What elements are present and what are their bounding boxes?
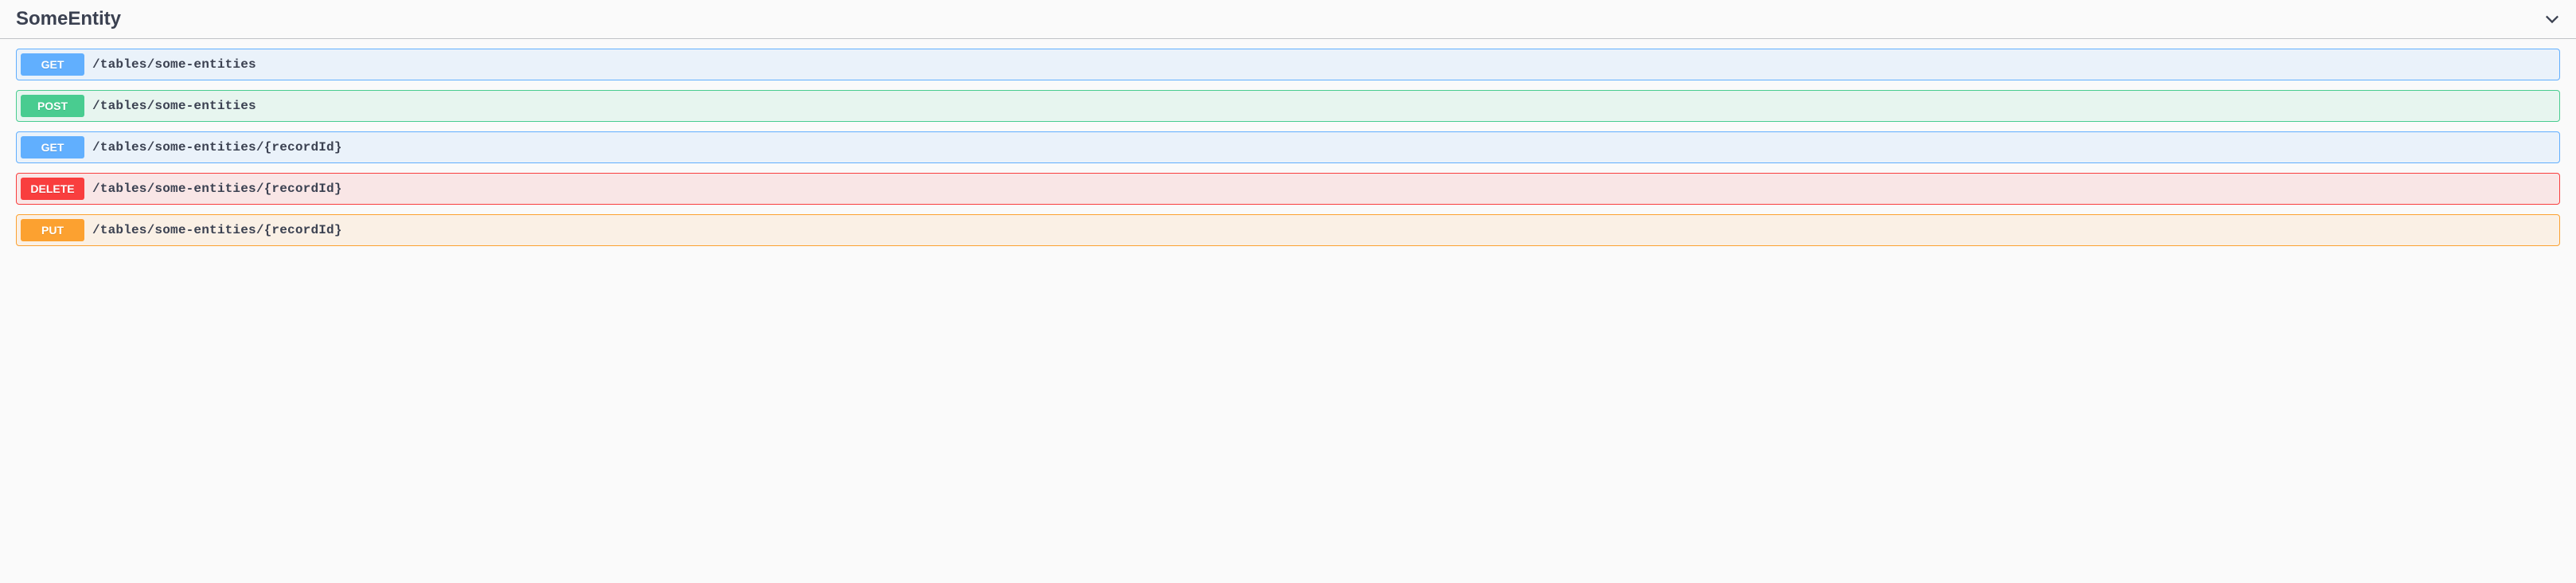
operations-list: GET/tables/some-entitiesPOST/tables/some… (0, 49, 2576, 254)
http-method-badge: DELETE (21, 178, 84, 200)
operation-path: /tables/some-entities/{recordId} (84, 182, 342, 196)
http-method-badge: GET (21, 136, 84, 158)
http-method-badge: POST (21, 95, 84, 117)
operation-row[interactable]: GET/tables/some-entities/{recordId} (16, 131, 2560, 163)
http-method-badge: GET (21, 53, 84, 76)
operation-row[interactable]: GET/tables/some-entities (16, 49, 2560, 80)
api-tag-section: SomeEntity GET/tables/some-entitiesPOST/… (0, 0, 2576, 254)
operation-path: /tables/some-entities (84, 57, 256, 72)
operation-path: /tables/some-entities/{recordId} (84, 140, 342, 155)
tag-header[interactable]: SomeEntity (0, 0, 2576, 39)
operation-row[interactable]: POST/tables/some-entities (16, 90, 2560, 122)
chevron-down-icon (2544, 11, 2560, 27)
operation-row[interactable]: DELETE/tables/some-entities/{recordId} (16, 173, 2560, 205)
tag-title: SomeEntity (16, 8, 121, 30)
operation-path: /tables/some-entities (84, 99, 256, 113)
operation-row[interactable]: PUT/tables/some-entities/{recordId} (16, 214, 2560, 246)
operation-path: /tables/some-entities/{recordId} (84, 223, 342, 237)
http-method-badge: PUT (21, 219, 84, 241)
